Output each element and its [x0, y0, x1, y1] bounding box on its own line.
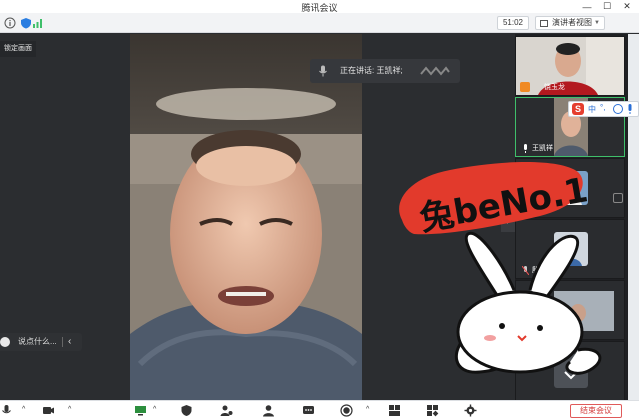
chevron-up-icon[interactable]: ^: [68, 406, 71, 413]
sogou-logo-icon[interactable]: S: [572, 103, 584, 115]
audio-wave-icon: [420, 66, 450, 76]
microphone-icon: [319, 65, 327, 77]
divider: [62, 337, 63, 347]
screen-share-icon[interactable]: [134, 404, 147, 417]
chat-bubble-icon[interactable]: [302, 404, 315, 417]
title-bar: 腾讯会议 — ☐ ✕: [0, 0, 639, 13]
signal-strength-icon[interactable]: [32, 17, 44, 29]
expand-icon[interactable]: [613, 193, 623, 203]
speaking-label: 正在讲话: 王凯祥;: [340, 66, 403, 75]
meeting-timer: 51:02: [497, 16, 529, 30]
security-shield-icon[interactable]: [20, 17, 32, 29]
chevron-up-icon[interactable]: ^: [153, 406, 156, 413]
info-icon[interactable]: [4, 17, 16, 29]
view-mode-dropdown[interactable]: 演讲者视图 ▼: [535, 16, 605, 30]
emoji-icon[interactable]: [0, 337, 10, 347]
maximize-button[interactable]: ☐: [598, 0, 616, 13]
microphone-icon[interactable]: [0, 404, 13, 417]
chevron-down-icon: ▼: [594, 20, 600, 26]
chat-input-bar[interactable]: 说点什么... ‹: [0, 333, 82, 351]
rabbit-sticker: 兔beNo.1: [399, 162, 602, 375]
chat-placeholder[interactable]: 说点什么...: [18, 333, 57, 351]
sidebar-scrollbar[interactable]: [628, 34, 639, 400]
chevron-up-icon[interactable]: ^: [22, 406, 25, 413]
meeting-toolbar: 51:02 演讲者视图 ▼: [0, 13, 639, 33]
settings-gear-icon[interactable]: [464, 404, 477, 417]
video-camera-icon[interactable]: [42, 404, 55, 417]
ime-punctuation[interactable]: °,: [600, 103, 605, 112]
ime-toolbar[interactable]: S 中 °,: [568, 101, 639, 117]
participants-icon[interactable]: [262, 404, 275, 417]
speaker-video-image: [130, 34, 362, 400]
record-icon[interactable]: [340, 404, 353, 417]
view-mode-label: 演讲者视图: [552, 18, 592, 27]
smiley-icon[interactable]: [613, 104, 623, 114]
speaking-indicator: 正在讲话: 王凯祥;: [310, 59, 460, 83]
shield-icon[interactable]: [180, 404, 193, 417]
microphone-icon[interactable]: [627, 104, 633, 114]
participant-video: [516, 37, 624, 95]
lock-view-button[interactable]: 锁定画面: [0, 41, 36, 57]
participant-name: 饶玉龙: [544, 84, 565, 91]
chevron-left-icon[interactable]: ‹: [68, 333, 71, 351]
layout-icon[interactable]: [388, 404, 401, 417]
meeting-controls-bar: ^ ^ ^ ^ 结束会议: [0, 400, 639, 419]
close-button[interactable]: ✕: [618, 0, 636, 13]
participant-tile[interactable]: 饶玉龙: [515, 36, 625, 96]
end-meeting-button[interactable]: 结束会议: [570, 404, 622, 418]
ime-language[interactable]: 中: [588, 104, 596, 115]
invite-user-icon[interactable]: [220, 404, 233, 417]
speaker-video: [130, 34, 362, 400]
chevron-up-icon[interactable]: ^: [366, 406, 369, 413]
layout-grid-icon: [540, 20, 548, 27]
apps-icon[interactable]: [426, 404, 439, 417]
host-badge-icon: [520, 82, 530, 92]
minimize-button[interactable]: —: [578, 0, 596, 13]
